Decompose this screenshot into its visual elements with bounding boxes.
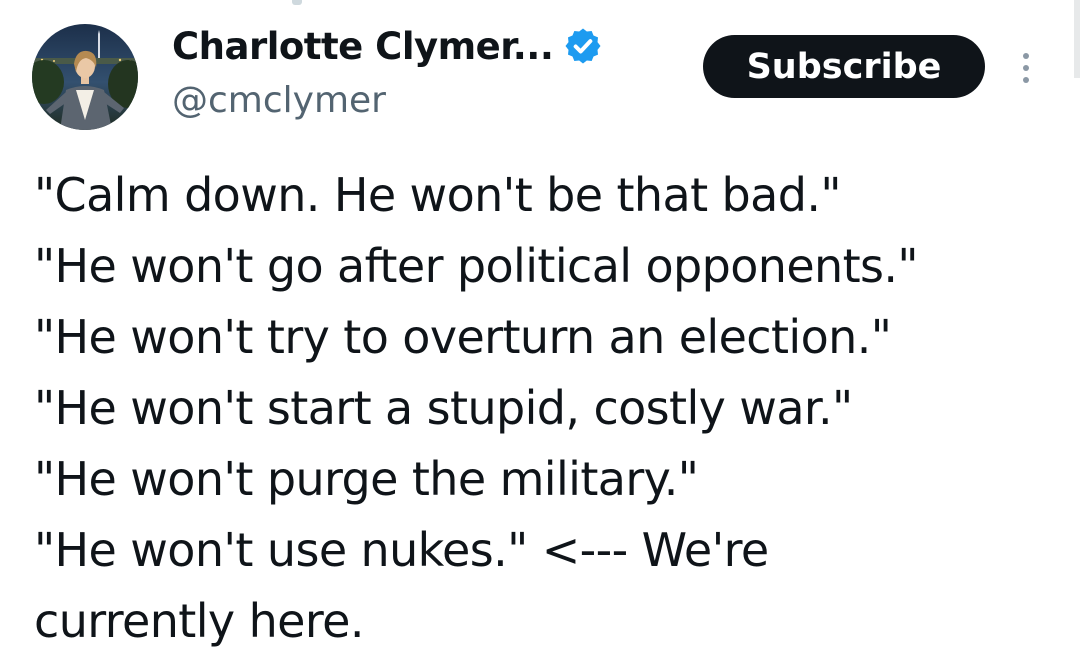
tweet-line: "He won't go after political opponents." [34, 239, 919, 293]
subscribe-button[interactable]: Subscribe [703, 35, 985, 98]
tweet-text: "Calm down. He won't be that bad." "He w… [34, 160, 1064, 657]
scrollbar-edge[interactable] [1074, 0, 1080, 78]
profile-photo [32, 24, 138, 130]
tweet-line: "Calm down. He won't be that bad." [34, 168, 842, 222]
avatar[interactable] [32, 24, 138, 130]
display-name[interactable]: Charlotte Clymer... [172, 25, 554, 68]
author-handle[interactable]: @cmclymer [172, 80, 386, 121]
tweet-line: "He won't try to overturn an election." [34, 310, 892, 364]
tweet-screenshot: Charlotte Clymer... @cmclymer Subscribe … [0, 0, 1080, 669]
tweet-line: "He won't use nukes." <--- We're [34, 523, 769, 577]
tweet-line: "He won't start a stupid, costly war." [34, 381, 853, 435]
tweet-line: "He won't purge the military." [34, 452, 699, 506]
tweet-line: currently here. [34, 594, 364, 648]
more-vertical-icon[interactable] [1012, 48, 1040, 88]
author-name-row[interactable]: Charlotte Clymer... [172, 20, 603, 72]
verified-badge-icon[interactable] [563, 26, 603, 66]
top-edge-fragment [292, 0, 302, 5]
